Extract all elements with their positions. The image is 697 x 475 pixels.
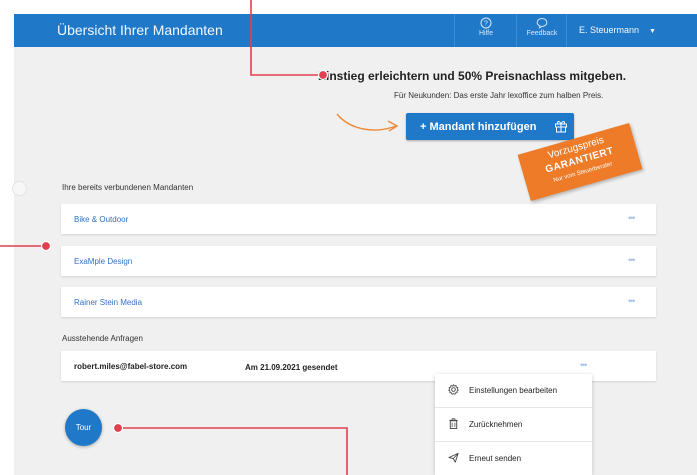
topbar-divider — [454, 14, 455, 47]
help-label: Hilfe — [478, 30, 493, 37]
menu-item-label: Einstellungen bearbeiten — [469, 386, 558, 395]
more-dots-icon[interactable]: ••• — [628, 213, 636, 223]
topbar-divider — [516, 14, 517, 47]
radio-indicator — [12, 181, 27, 196]
pending-sent-date: Am 21.09.2021 gesendet — [245, 363, 338, 372]
page: Übersicht Ihrer Mandanten ? Hilfe Feedba… — [0, 0, 697, 475]
caret-down-icon: ▼ — [649, 28, 656, 35]
context-menu: Einstellungen bearbeiten Zurücknehmen Er… — [435, 374, 592, 475]
more-dots-icon[interactable]: ••• — [628, 255, 636, 265]
gear-icon — [448, 384, 459, 395]
topbar-divider — [566, 14, 567, 47]
tour-button[interactable]: Tour — [65, 409, 102, 446]
menu-item-edit-settings[interactable]: Einstellungen bearbeiten — [435, 374, 592, 407]
menu-item-withdraw[interactable]: Zurücknehmen — [435, 408, 592, 441]
client-name: ExaMple Design — [74, 257, 133, 266]
svg-text:?: ? — [484, 21, 488, 28]
pending-heading: Ausstehende Anfragen — [62, 334, 143, 343]
menu-item-resend[interactable]: Erneut senden — [435, 442, 592, 475]
app-window: Übersicht Ihrer Mandanten ? Hilfe Feedba… — [14, 14, 697, 475]
chat-bubble-icon — [536, 17, 548, 29]
client-name: Rainer Stein Media — [74, 298, 143, 307]
page-title: Übersicht Ihrer Mandanten — [57, 22, 223, 38]
feedback-label: Feedback — [526, 30, 558, 37]
clients-heading: Ihre bereits verbundenen Mandanten — [62, 183, 194, 192]
promo-headline: Einstieg erleichtern und 50% Preisnachla… — [318, 69, 627, 83]
promo-subline: Für Neukunden: Das erste Jahr lexoffice … — [394, 91, 604, 100]
client-row[interactable]: ExaMple Design ••• — [61, 246, 656, 276]
menu-item-label: Erneut senden — [469, 454, 522, 463]
client-name: Bike & Outdoor — [74, 215, 129, 224]
more-dots-icon[interactable]: ••• — [580, 360, 588, 370]
page-margin-left — [0, 0, 14, 475]
menu-item-label: Zurücknehmen — [469, 420, 523, 429]
help-button[interactable]: ? Hilfe — [461, 16, 511, 47]
feedback-button[interactable]: Feedback — [519, 16, 565, 47]
trash-icon — [449, 418, 458, 429]
gift-icon — [555, 121, 567, 133]
client-row[interactable]: Bike & Outdoor ••• — [61, 204, 656, 234]
more-dots-icon[interactable]: ••• — [628, 296, 636, 306]
user-menu[interactable]: E. Steuermann ▼ — [579, 25, 656, 35]
client-row[interactable]: Rainer Stein Media ••• — [61, 287, 656, 317]
top-bar: Übersicht Ihrer Mandanten ? Hilfe Feedba… — [14, 14, 697, 47]
add-client-button[interactable]: + Mandant hinzufügen — [406, 113, 574, 140]
add-client-label: + Mandant hinzufügen — [420, 121, 537, 133]
send-icon — [448, 452, 459, 463]
help-icon: ? — [480, 17, 492, 29]
user-name: E. Steuermann — [579, 25, 640, 35]
page-margin-top — [0, 0, 697, 14]
pending-email: robert.miles@fabel-store.com — [74, 362, 188, 371]
